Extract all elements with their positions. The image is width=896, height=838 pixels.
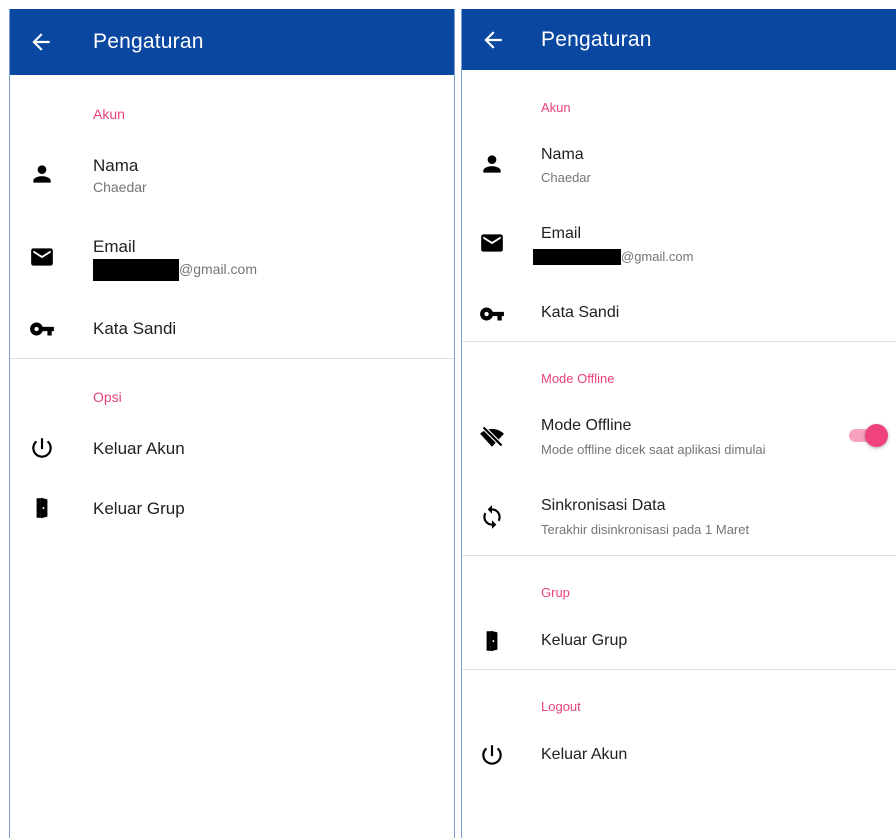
toggle-thumb	[865, 424, 888, 447]
mail-icon	[29, 244, 55, 270]
logout-item[interactable]: Keluar Akun	[10, 429, 454, 469]
power-icon	[29, 435, 55, 461]
email-item[interactable]: Email @gmail.com	[10, 231, 454, 291]
offline-mode-label: Mode Offline	[541, 417, 632, 434]
divider	[462, 669, 896, 670]
leave-group-item[interactable]: Keluar Grup	[10, 489, 454, 529]
person-icon	[479, 151, 505, 177]
logout-item[interactable]: Keluar Akun	[462, 736, 896, 776]
key-icon	[479, 301, 505, 327]
page-title: Pengaturan	[93, 30, 204, 53]
password-label: Kata Sandi	[93, 319, 177, 338]
password-item[interactable]: Kata Sandi	[10, 309, 454, 349]
sync-data-description: Terakhir disinkronisasi pada 1 Maret	[541, 522, 750, 537]
email-label: Email	[541, 225, 582, 242]
email-domain: @gmail.com	[179, 261, 258, 277]
logout-label: Keluar Akun	[93, 439, 185, 458]
mail-icon	[479, 230, 505, 256]
key-icon	[29, 316, 55, 342]
email-domain: @gmail.com	[621, 249, 694, 264]
section-header-offline: Mode Offline	[541, 371, 615, 386]
settings-screen-right: Pengaturan Akun Nama Chaedar Email @gmai…	[461, 9, 896, 838]
power-icon	[479, 742, 505, 768]
sync-data-label: Sinkronisasi Data	[541, 497, 666, 514]
email-label: Email	[93, 237, 136, 256]
section-header-account: Akun	[541, 100, 571, 115]
arrow-left-icon[interactable]	[480, 27, 506, 53]
name-value: Chaedar	[93, 179, 147, 195]
redacted-email-username	[93, 259, 179, 281]
password-item[interactable]: Kata Sandi	[462, 294, 896, 334]
divider	[462, 341, 896, 342]
leave-group-label: Keluar Grup	[93, 499, 185, 518]
section-header-account: Akun	[93, 106, 125, 122]
offline-mode-item[interactable]: Mode Offline Mode offline dicek saat apl…	[462, 411, 896, 467]
name-item[interactable]: Nama Chaedar	[10, 149, 454, 209]
section-header-logout: Logout	[541, 699, 581, 714]
settings-screen-left: Pengaturan Akun Nama Chaedar Email @gmai…	[9, 9, 455, 838]
person-icon	[29, 161, 55, 187]
arrow-left-icon[interactable]	[28, 29, 54, 55]
name-label: Nama	[541, 146, 584, 163]
divider	[462, 555, 896, 556]
wifi-off-icon	[479, 424, 505, 450]
email-item[interactable]: Email @gmail.com	[462, 219, 896, 275]
sync-data-item[interactable]: Sinkronisasi Data Terakhir disinkronisas…	[462, 491, 896, 547]
door-icon	[479, 628, 505, 654]
name-label: Nama	[93, 156, 139, 175]
name-item[interactable]: Nama Chaedar	[462, 139, 896, 195]
door-icon	[29, 495, 55, 521]
leave-group-label: Keluar Grup	[541, 632, 628, 649]
offline-mode-description: Mode offline dicek saat aplikasi dimulai	[541, 442, 766, 457]
page-title: Pengaturan	[541, 27, 652, 51]
app-bar: Pengaturan	[10, 9, 454, 75]
redacted-email-username	[533, 249, 621, 265]
name-value: Chaedar	[541, 170, 591, 185]
app-bar: Pengaturan	[462, 9, 896, 70]
password-label: Kata Sandi	[541, 304, 620, 321]
logout-label: Keluar Akun	[541, 746, 628, 763]
divider	[10, 358, 454, 359]
offline-mode-toggle[interactable]	[847, 423, 889, 447]
section-header-group: Grup	[541, 585, 570, 600]
section-header-options: Opsi	[93, 389, 122, 405]
leave-group-item[interactable]: Keluar Grup	[462, 623, 896, 663]
sync-icon	[479, 504, 505, 530]
